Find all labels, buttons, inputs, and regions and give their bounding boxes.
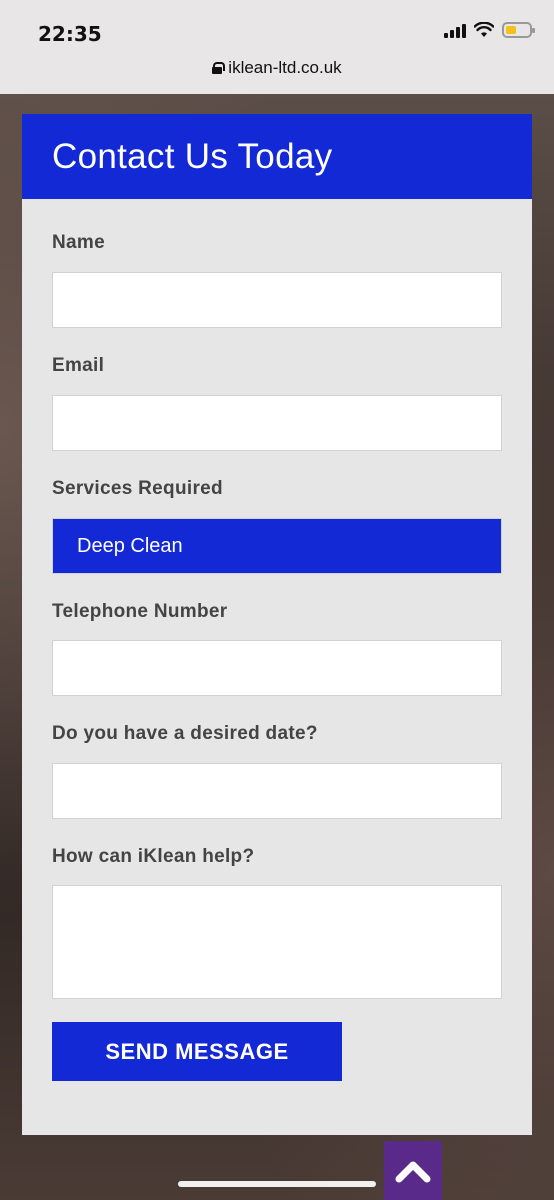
services-label: Services Required (52, 478, 223, 499)
name-input[interactable] (52, 272, 502, 328)
date-input[interactable] (52, 763, 502, 819)
status-time: 22:35 (38, 22, 102, 46)
telephone-input[interactable] (52, 640, 502, 696)
wifi-icon (474, 22, 494, 37)
scroll-to-top-button[interactable] (384, 1141, 442, 1200)
services-select-value: Deep Clean (77, 534, 183, 557)
address-bar[interactable]: iklean-ltd.co.uk (0, 58, 554, 78)
signal-icon (444, 22, 466, 38)
chevron-up-icon (395, 1161, 431, 1182)
send-message-button[interactable]: SEND MESSAGE (52, 1022, 342, 1081)
help-textarea[interactable] (52, 885, 502, 999)
lock-icon (212, 62, 226, 74)
home-indicator[interactable] (178, 1181, 376, 1187)
telephone-label: Telephone Number (52, 601, 228, 622)
email-label: Email (52, 355, 105, 376)
name-label: Name (52, 232, 105, 253)
status-icons (444, 22, 535, 38)
form-title: Contact Us Today (52, 136, 333, 176)
date-label: Do you have a desired date? (52, 723, 318, 744)
form-header: Contact Us Today (22, 114, 532, 199)
battery-icon (502, 22, 535, 38)
contact-form-card: Contact Us Today Name Email Services Req… (22, 114, 532, 1135)
services-select[interactable]: Deep Clean (52, 518, 502, 574)
url-text: iklean-ltd.co.uk (228, 58, 342, 77)
email-input[interactable] (52, 395, 502, 451)
status-bar: 22:35 iklean-ltd.co.uk (0, 0, 554, 94)
help-label: How can iKlean help? (52, 846, 255, 867)
